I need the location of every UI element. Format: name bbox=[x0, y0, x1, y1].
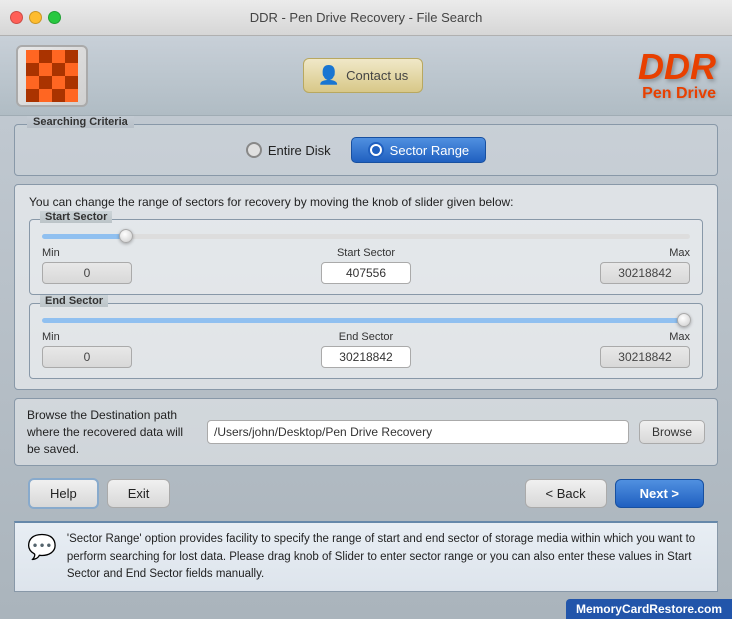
info-icon: 💬 bbox=[27, 533, 57, 562]
search-criteria-label: Searching Criteria bbox=[27, 116, 134, 128]
contact-icon: 👤 bbox=[318, 65, 340, 86]
app-logo bbox=[16, 45, 88, 107]
start-max-input[interactable] bbox=[600, 262, 690, 284]
info-text: 'Sector Range' option provides facility … bbox=[67, 531, 705, 583]
back-button[interactable]: < Back bbox=[525, 479, 607, 508]
start-min-group: Min bbox=[42, 247, 258, 284]
start-sector-input[interactable] bbox=[321, 262, 411, 284]
contact-label: Contact us bbox=[346, 68, 408, 83]
start-sector-slider-row bbox=[42, 234, 690, 239]
end-sector-fields: Min End Sector Max bbox=[42, 331, 690, 368]
window-title: DDR - Pen Drive Recovery - File Search bbox=[250, 10, 483, 25]
logo-icon bbox=[26, 50, 78, 102]
bottom-buttons: Help Exit < Back Next > bbox=[14, 474, 718, 513]
end-value-group: End Sector bbox=[258, 331, 474, 368]
start-max-group: Max bbox=[474, 247, 690, 284]
start-sector-fields: Min Start Sector Max bbox=[42, 247, 690, 284]
end-min-input[interactable] bbox=[42, 346, 132, 368]
sector-range-radio[interactable] bbox=[368, 142, 384, 158]
start-sector-label: Start Sector bbox=[40, 211, 112, 223]
end-sector-field-label: End Sector bbox=[339, 331, 393, 343]
end-sector-slider-row bbox=[42, 318, 690, 323]
close-button[interactable] bbox=[10, 11, 23, 24]
main-content: 👤 Contact us DDR Pen Drive Searching Cri… bbox=[0, 36, 732, 619]
end-sector-label: End Sector bbox=[40, 295, 108, 307]
end-min-label: Min bbox=[42, 331, 258, 343]
titlebar: DDR - Pen Drive Recovery - File Search bbox=[0, 0, 732, 36]
entire-disk-label: Entire Disk bbox=[268, 143, 331, 158]
start-min-input[interactable] bbox=[42, 262, 132, 284]
brand-sub: Pen Drive bbox=[638, 85, 716, 103]
window-controls bbox=[10, 11, 61, 24]
destination-row: Browse the Destination path where the re… bbox=[14, 398, 718, 466]
sector-range-button[interactable]: Sector Range bbox=[351, 137, 487, 163]
end-min-group: Min bbox=[42, 331, 258, 368]
search-criteria-section: Searching Criteria Entire Disk Sector Ra… bbox=[14, 124, 718, 176]
browse-button[interactable]: Browse bbox=[639, 420, 705, 444]
sector-range-label: Sector Range bbox=[390, 143, 470, 158]
end-max-input[interactable] bbox=[600, 346, 690, 368]
destination-label: Browse the Destination path where the re… bbox=[27, 407, 197, 457]
help-button[interactable]: Help bbox=[28, 478, 99, 509]
contact-button[interactable]: 👤 Contact us bbox=[303, 58, 424, 93]
brand: DDR Pen Drive bbox=[638, 49, 716, 103]
sector-panel: You can change the range of sectors for … bbox=[14, 184, 718, 390]
minimize-button[interactable] bbox=[29, 11, 42, 24]
next-button[interactable]: Next > bbox=[615, 479, 704, 508]
search-option-row: Entire Disk Sector Range bbox=[31, 137, 701, 163]
start-sector-section: Start Sector Min Start Sector bbox=[29, 219, 703, 295]
destination-path-display: /Users/john/Desktop/Pen Drive Recovery bbox=[207, 420, 629, 444]
start-sector-field-label: Start Sector bbox=[337, 247, 395, 259]
end-sector-input[interactable] bbox=[321, 346, 411, 368]
end-sector-section: End Sector Min End Sector bbox=[29, 303, 703, 379]
info-box: 💬 'Sector Range' option provides facilit… bbox=[14, 521, 718, 592]
end-sector-slider-track[interactable] bbox=[42, 318, 690, 323]
sector-info-text: You can change the range of sectors for … bbox=[29, 195, 703, 209]
end-sector-knob[interactable] bbox=[677, 313, 691, 327]
header: 👤 Contact us DDR Pen Drive bbox=[0, 36, 732, 116]
start-sector-knob[interactable] bbox=[119, 229, 133, 243]
end-max-label: Max bbox=[669, 331, 690, 343]
start-sector-slider-track[interactable] bbox=[42, 234, 690, 239]
end-max-group: Max bbox=[474, 331, 690, 368]
start-value-group: Start Sector bbox=[258, 247, 474, 284]
brand-name: DDR bbox=[638, 49, 716, 85]
entire-disk-radio[interactable] bbox=[246, 142, 262, 158]
entire-disk-option[interactable]: Entire Disk bbox=[246, 142, 331, 158]
start-max-label: Max bbox=[669, 247, 690, 259]
exit-button[interactable]: Exit bbox=[107, 479, 171, 508]
start-min-label: Min bbox=[42, 247, 258, 259]
maximize-button[interactable] bbox=[48, 11, 61, 24]
watermark: MemoryCardRestore.com bbox=[566, 599, 732, 619]
body-panel: Searching Criteria Entire Disk Sector Ra… bbox=[0, 116, 732, 619]
